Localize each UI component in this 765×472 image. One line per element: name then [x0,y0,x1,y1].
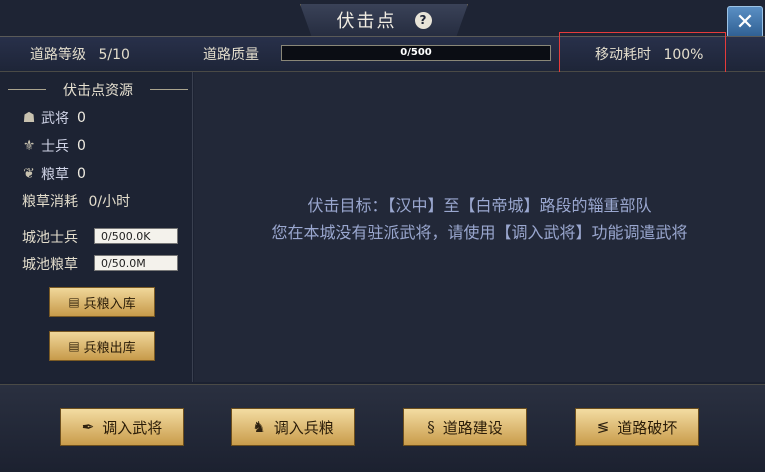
transfer-general-label: 调入武将 [102,418,163,437]
general-icon: ☗ [22,110,36,126]
consumption-label: 粮草消耗 [22,194,78,210]
close-button[interactable]: ✕ [727,6,763,38]
grain-icon: ❦ [23,166,35,182]
soldier-label: 士兵 [41,139,69,155]
store-supplies-button[interactable]: ▤ 兵粮入库 [49,287,155,317]
broken-road-icon: ≶ [596,418,610,436]
soldier-icon: ⚜ [22,138,36,154]
road-level: 道路等级 5/10 [30,44,130,64]
resource-section-title: 伏击点资源 [8,80,188,100]
quill-icon: ✒ [81,418,95,436]
general-label: 武将 [41,111,69,127]
no-general-text: 您在本城没有驻派武将，请使用【调入武将】功能调遣武将 [271,223,688,242]
city-grain-label: 城池粮草 [22,257,78,273]
destroy-road-label: 道路破坏 [617,418,678,437]
grain-value: 0 [77,166,86,182]
road-icon: § [427,418,435,436]
ambush-target-text: 伏击目标：【汉中】至【白帝城】路段的辎重部队 [307,196,652,215]
store-supplies-label: 兵粮入库 [83,296,136,312]
close-icon: ✕ [735,9,755,35]
city-soldiers-field: 0/500.0K [94,228,178,244]
transfer-supplies-button[interactable]: ♞ 调入兵粮 [231,408,355,446]
soldier-value: 0 [77,138,86,154]
soldier-row: ⚜ 士兵 0 [21,136,86,156]
consumption-value: 0/小时 [88,194,131,210]
city-soldiers-label: 城池士兵 [22,230,78,246]
build-road-label: 道路建设 [442,418,503,437]
road-level-label: 道路等级 [30,47,86,63]
road-quality-bar: 0/500 [281,45,551,61]
road-level-value: 5/10 [98,47,130,63]
build-road-button[interactable]: § 道路建设 [403,408,527,446]
withdraw-supplies-label: 兵粮出库 [83,340,136,356]
help-icon[interactable]: ? [414,11,432,29]
dialog-title: 伏击点 [336,11,397,32]
store-icon: ▤ [68,295,80,309]
general-value: 0 [77,110,86,126]
horse-icon: ♞ [252,418,266,436]
grain-label: 粮草 [41,167,69,183]
general-row: ☗ 武将 0 [21,108,86,128]
transfer-supplies-label: 调入兵粮 [273,418,334,437]
consumption-row: 粮草消耗 0/小时 [22,191,130,211]
withdraw-supplies-button[interactable]: ▤ 兵粮出库 [49,331,155,361]
road-quality-text: 0/500 [400,47,432,58]
title-tab: 伏击点 ? [300,4,468,37]
grain-row: ❦ 粮草 0 [21,164,86,184]
transfer-general-button[interactable]: ✒ 调入武将 [60,408,184,446]
city-grain-field: 0/50.0M [94,255,178,271]
withdraw-icon: ▤ [68,339,80,353]
destroy-road-button[interactable]: ≶ 道路破坏 [575,408,699,446]
road-quality-label: 道路质量 [203,47,259,63]
